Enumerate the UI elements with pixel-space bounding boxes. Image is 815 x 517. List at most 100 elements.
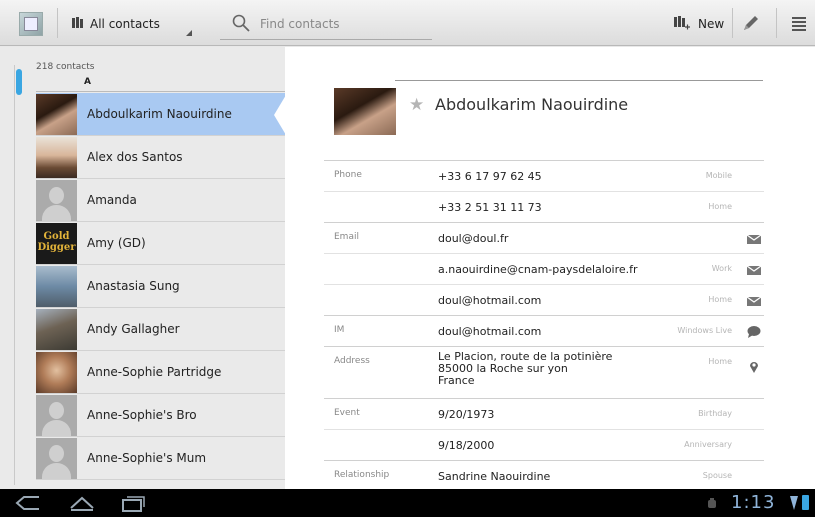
avatar <box>36 94 77 135</box>
search-box[interactable]: Find contacts <box>220 8 432 40</box>
contact-fields: Phone +33 6 17 97 62 45 Mobile +33 2 51 … <box>324 160 764 489</box>
event-row[interactable]: Event 9/20/1973 Birthday <box>324 398 764 429</box>
contact-name: Anne-Sophie Partridge <box>87 365 222 379</box>
list-item[interactable]: Anne-Sophie's Mum <box>36 437 285 480</box>
contact-name: Amanda <box>87 193 137 207</box>
contact-filter-dropdown[interactable]: All contacts <box>68 8 198 38</box>
contact-list-panel: 218 contacts A Abdoulkarim Naouirdine Al… <box>0 47 285 489</box>
list-item[interactable]: Anne-Sophie Partridge <box>36 351 285 394</box>
avatar <box>36 309 77 350</box>
scrollbar-thumb[interactable] <box>16 69 22 95</box>
home-icon[interactable] <box>67 493 97 513</box>
search-input[interactable]: Find contacts <box>260 17 340 31</box>
email-row[interactable]: Email doul@doul.fr <box>324 222 764 253</box>
field-category: Relationship <box>334 470 390 480</box>
event-date[interactable]: 9/18/2000 <box>438 439 494 452</box>
notification-icon[interactable] <box>706 497 718 509</box>
search-icon <box>232 14 250 32</box>
list-item[interactable]: Anastasia Sung <box>36 265 285 308</box>
email-address[interactable]: a.naouirdine@cnam-paysdelaloire.fr <box>438 263 638 276</box>
phone-row[interactable]: +33 2 51 31 11 73 Home <box>324 191 764 222</box>
email-icon[interactable] <box>746 232 762 246</box>
contact-list: Abdoulkarim Naouirdine Alex dos Santos A… <box>36 93 285 480</box>
avatar: Gold Digger <box>36 223 77 264</box>
relationship-name[interactable]: Sandrine Naouirdine <box>438 470 550 483</box>
field-type: Home <box>708 202 732 211</box>
contact-name: Anne-Sophie's Mum <box>87 451 207 465</box>
avatar-placeholder-icon <box>36 180 77 221</box>
new-contact-button[interactable]: New <box>668 8 728 38</box>
field-category: Email <box>334 232 359 242</box>
edit-icon[interactable] <box>740 12 762 34</box>
list-item[interactable]: Amanda <box>36 179 285 222</box>
dropdown-arrow-icon <box>186 30 192 36</box>
avatar <box>36 266 77 307</box>
avatar-text: Gold Digger <box>37 231 76 253</box>
phone-number[interactable]: +33 6 17 97 62 45 <box>438 170 542 183</box>
field-type: Home <box>708 357 732 366</box>
map-pin-icon[interactable] <box>746 360 762 374</box>
divider <box>395 80 763 81</box>
contact-name: Anne-Sophie's Bro <box>87 408 197 422</box>
im-row[interactable]: IM doul@hotmail.com Windows Live <box>324 315 764 346</box>
field-type: Birthday <box>698 409 732 418</box>
action-bar: All contacts Find contacts New <box>0 0 815 46</box>
library-icon <box>72 17 83 28</box>
event-date[interactable]: 9/20/1973 <box>438 408 494 421</box>
contact-display-name: Abdoulkarim Naouirdine <box>435 95 629 114</box>
contact-detail-panel: ★ Abdoulkarim Naouirdine Phone +33 6 17 … <box>285 47 815 489</box>
phone-number[interactable]: +33 2 51 31 11 73 <box>438 201 542 214</box>
field-category: Address <box>334 356 370 366</box>
contact-name: Abdoulkarim Naouirdine <box>87 107 232 121</box>
address-line: France <box>438 374 475 387</box>
list-item[interactable]: Gold Digger Amy (GD) <box>36 222 285 265</box>
recent-apps-icon[interactable] <box>118 493 148 513</box>
field-category: Phone <box>334 170 362 180</box>
contact-photo[interactable] <box>334 88 396 135</box>
contact-name: Andy Gallagher <box>87 322 180 336</box>
contact-count: 218 contacts <box>36 62 95 72</box>
add-contact-icon <box>674 16 690 30</box>
divider <box>57 8 58 38</box>
avatar-placeholder-icon <box>36 395 77 436</box>
address-value[interactable]: Le Placion, route de la potinière 85000 … <box>438 351 658 387</box>
im-address[interactable]: doul@hotmail.com <box>438 325 541 338</box>
contact-name: Amy (GD) <box>87 236 146 250</box>
section-header: A <box>36 76 285 92</box>
app-icon[interactable] <box>19 12 43 36</box>
list-item[interactable]: Abdoulkarim Naouirdine <box>36 93 285 136</box>
field-type: Anniversary <box>684 440 732 449</box>
scrollbar[interactable] <box>14 65 22 485</box>
battery-icon <box>802 495 809 510</box>
menu-icon[interactable] <box>790 14 808 32</box>
star-icon[interactable]: ★ <box>409 95 424 115</box>
field-category: IM <box>334 325 345 335</box>
back-icon[interactable] <box>12 493 42 513</box>
avatar <box>36 137 77 178</box>
avatar <box>36 352 77 393</box>
field-type: Mobile <box>705 171 732 180</box>
chat-icon[interactable] <box>746 325 762 339</box>
phone-row[interactable]: Phone +33 6 17 97 62 45 Mobile <box>324 160 764 191</box>
field-type: Windows Live <box>677 326 732 335</box>
email-icon[interactable] <box>746 294 762 308</box>
new-button-label: New <box>698 17 725 31</box>
divider <box>732 8 733 38</box>
field-type: Work <box>711 264 732 273</box>
email-row[interactable]: a.naouirdine@cnam-paysdelaloire.fr Work <box>324 253 764 284</box>
email-address[interactable]: doul@hotmail.com <box>438 294 541 307</box>
relationship-row[interactable]: Relationship Sandrine Naouirdine Spouse <box>324 460 764 489</box>
email-icon[interactable] <box>746 263 762 277</box>
list-item[interactable]: Andy Gallagher <box>36 308 285 351</box>
divider <box>776 8 777 38</box>
event-row[interactable]: 9/18/2000 Anniversary <box>324 429 764 460</box>
system-bar: 1:13 <box>0 489 815 517</box>
email-row[interactable]: doul@hotmail.com Home <box>324 284 764 315</box>
email-address[interactable]: doul@doul.fr <box>438 232 508 245</box>
address-row[interactable]: Address Le Placion, route de la potinièr… <box>324 346 764 398</box>
avatar-placeholder-icon <box>36 438 77 479</box>
list-item[interactable]: Anne-Sophie's Bro <box>36 394 285 437</box>
section-letter: A <box>84 77 91 87</box>
list-item[interactable]: Alex dos Santos <box>36 136 285 179</box>
contact-name: Alex dos Santos <box>87 150 183 164</box>
